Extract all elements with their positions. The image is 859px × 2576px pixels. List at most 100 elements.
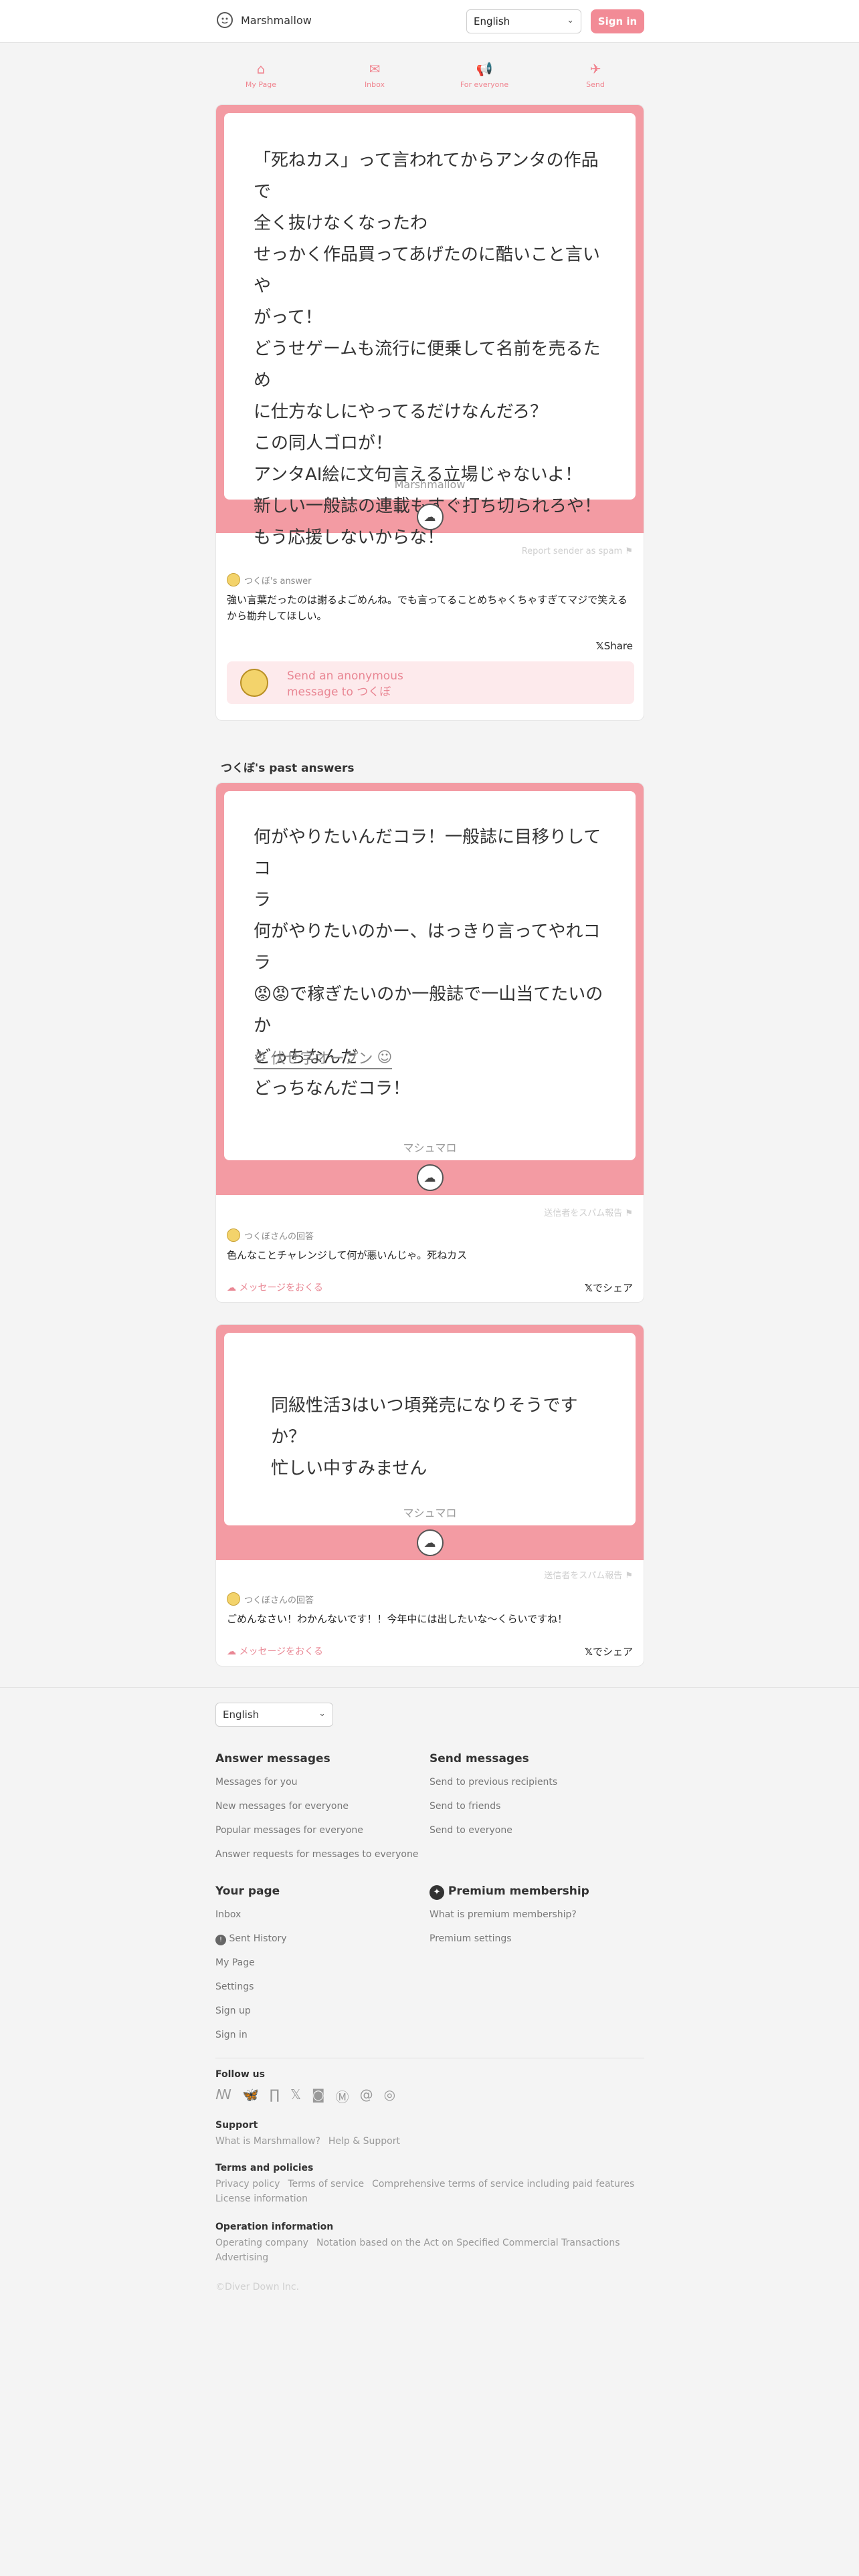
- share-button[interactable]: 𝕏でシェア: [585, 1281, 633, 1295]
- answerer-label: つくぼさんの回答: [244, 1231, 314, 1242]
- misskey-m-icon[interactable]: Ⓜ: [336, 2086, 349, 2106]
- share-button[interactable]: 𝕏でシェア: [585, 1644, 633, 1658]
- footer-link[interactable]: Send to friends: [430, 1801, 500, 1812]
- sent-history-icon: !: [215, 1935, 226, 1945]
- footer: English ⌄ Answer messages Messages for y…: [0, 1687, 859, 2576]
- answer-text: ごめんなさい！わかんないです！！今年中には出したいな〜くらいですね！: [227, 1613, 568, 1625]
- footer-link[interactable]: Popular messages for everyone: [215, 1825, 363, 1836]
- message-paper[interactable]: 何がやりたいんだコラ！一般誌に目移りしてコ ラ 何がやりたいのかー、はっきり言っ…: [224, 791, 636, 1160]
- hidden-text-toggle[interactable]: ⚙ 伏せ字オープン ☺: [254, 1047, 393, 1069]
- social-links: ꟿ 🦋 ∏ 𝕏 ◙ Ⓜ @ ◎: [215, 2086, 395, 2106]
- report-spam-link[interactable]: 送信者をスパム報告 ⚑: [544, 1568, 633, 1581]
- chevron-down-icon: ⌄: [567, 15, 574, 25]
- avatar: [227, 1228, 240, 1242]
- send-box-line1: Send an anonymous: [287, 669, 403, 683]
- footer-link[interactable]: Send to previous recipients: [430, 1777, 557, 1788]
- footer-link[interactable]: Advertising: [215, 2252, 268, 2263]
- footer-link[interactable]: Operating company: [215, 2238, 308, 2248]
- nav-my-page[interactable]: ⌂ My Page: [227, 60, 294, 89]
- answerer-label: つくぼ's answer: [244, 576, 312, 586]
- message-frame: 「死ねカス」って言われてからアンタの作品で 全く抜けなくなったわ せっかく作品買…: [216, 105, 644, 548]
- footer-link[interactable]: License information: [215, 2193, 308, 2204]
- x-icon[interactable]: 𝕏: [290, 2086, 301, 2106]
- report-spam-link[interactable]: 送信者をスパム報告 ⚑: [544, 1206, 633, 1218]
- past-answer-card: 何がやりたいんだコラ！一般誌に目移りしてコ ラ 何がやりたいのかー、はっきり言っ…: [215, 782, 644, 1303]
- footer-link[interactable]: Messages for you: [215, 1777, 298, 1788]
- hidden-text-label: 伏せ字オープン: [270, 1051, 373, 1067]
- nav-send[interactable]: ✈ Send: [562, 60, 629, 89]
- flag-icon: ⚑: [625, 1571, 633, 1581]
- footer-link[interactable]: Notation based on the Act on Specified C…: [316, 2238, 620, 2248]
- sign-in-button[interactable]: Sign in: [591, 9, 644, 33]
- gear-icon: ⚙: [254, 1049, 267, 1066]
- mastodon-icon[interactable]: ◙: [312, 2086, 324, 2106]
- marshmallow-ghost-icon: ☁: [416, 1164, 444, 1191]
- send-messages-heading: Send messages: [430, 1752, 529, 1765]
- your-page-heading: Your page: [215, 1885, 280, 1898]
- footer-link[interactable]: My Page: [215, 1957, 255, 1968]
- send-label: メッセージをおくる: [239, 1646, 323, 1657]
- marshmallow-ghost-icon: ☁: [416, 1529, 444, 1556]
- footer-link[interactable]: Sign up: [215, 2006, 251, 2016]
- misskey-icon[interactable]: ꟿ: [215, 2086, 231, 2106]
- sent-history-link[interactable]: ! Sent History: [215, 1933, 287, 1945]
- send-anonymous-message-button[interactable]: Send an anonymous message to つくぼ: [227, 661, 634, 704]
- report-spam-link[interactable]: Report sender as spam ⚑: [522, 546, 633, 556]
- nav-label: Inbox: [364, 80, 385, 89]
- send-box-text: Send an anonymous message to つくぼ: [287, 668, 403, 700]
- fanbox-icon[interactable]: ∏: [270, 2086, 280, 2106]
- nav-label: For everyone: [460, 80, 509, 89]
- send-message-link[interactable]: ☁ メッセージをおくる: [227, 1644, 323, 1658]
- copyright: ©Diver Down Inc.: [215, 2282, 300, 2292]
- answerer: つくぼさんの回答: [227, 1592, 314, 1606]
- threads-icon[interactable]: @: [360, 2086, 373, 2106]
- inbox-icon: ✉: [369, 61, 381, 77]
- instagram-icon[interactable]: ◎: [384, 2086, 395, 2106]
- footer-link[interactable]: Inbox: [215, 1909, 241, 1920]
- language-value: English: [223, 1709, 260, 1721]
- message-paper[interactable]: 同級性活3はいつ頃発売になりそうですか？ 忙しい中すみません マシュマロ: [224, 1333, 636, 1525]
- header: Marshmallow English ⌄ Sign in: [0, 0, 859, 43]
- x-icon: 𝕏: [595, 640, 604, 652]
- report-label: 送信者をスパム報告: [544, 1208, 623, 1218]
- footer-language-select[interactable]: English ⌄: [215, 1703, 333, 1727]
- message-text: 同級性活3はいつ頃発売になりそうですか？ 忙しい中すみません: [271, 1396, 578, 1479]
- footer-link[interactable]: Send to everyone: [430, 1825, 512, 1836]
- marshmallow-icon: ☁: [227, 1646, 236, 1657]
- nav-for-everyone[interactable]: 📢 For everyone: [451, 60, 518, 89]
- message-text: 「死ねカス」って言われてからアンタの作品で 全く抜けなくなったわ せっかく作品買…: [254, 150, 601, 548]
- avatar: [240, 669, 268, 697]
- share-label: Share: [603, 640, 633, 652]
- megaphone-icon: 📢: [476, 61, 493, 77]
- answerer: つくぼ's answer: [227, 573, 311, 586]
- footer-link[interactable]: Settings: [215, 1981, 254, 1992]
- report-label: 送信者をスパム報告: [544, 1571, 623, 1581]
- marshmallow-icon: ☁: [227, 1283, 236, 1293]
- past-answers-title: つくぼ's past answers: [221, 762, 355, 775]
- footer-link[interactable]: Premium settings: [430, 1933, 512, 1944]
- site-logo[interactable]: Marshmallow: [215, 11, 312, 29]
- footer-link[interactable]: Help & Support: [328, 2136, 400, 2147]
- send-message-link[interactable]: ☁ メッセージをおくる: [227, 1281, 323, 1294]
- bluesky-icon[interactable]: 🦋: [242, 2086, 259, 2106]
- language-select[interactable]: English ⌄: [466, 9, 581, 33]
- share-label: でシェア: [592, 1282, 633, 1294]
- message-footer: ☁: [224, 500, 636, 534]
- logo-text: Marshmallow: [241, 13, 312, 27]
- operation-heading: Operation information: [215, 2222, 334, 2232]
- nav-inbox[interactable]: ✉ Inbox: [341, 60, 408, 89]
- share-button[interactable]: 𝕏Share: [596, 640, 633, 652]
- footer-link[interactable]: Sign in: [215, 2030, 248, 2040]
- footer-link[interactable]: Terms of service: [288, 2179, 364, 2189]
- follow-us-heading: Follow us: [215, 2069, 265, 2080]
- footer-link[interactable]: Answer requests for messages to everyone: [215, 1849, 418, 1860]
- footer-link[interactable]: Comprehensive terms of service including…: [372, 2179, 634, 2189]
- footer-link[interactable]: Privacy policy: [215, 2179, 280, 2189]
- footer-link[interactable]: What is Marshmallow?: [215, 2136, 320, 2147]
- sent-history-label: Sent History: [229, 1933, 287, 1944]
- face-icon: ☺: [377, 1049, 393, 1066]
- terms-heading: Terms and policies: [215, 2163, 314, 2173]
- footer-link[interactable]: What is premium membership?: [430, 1909, 577, 1920]
- footer-link[interactable]: New messages for everyone: [215, 1801, 349, 1812]
- premium-title: Premium membership: [448, 1885, 589, 1898]
